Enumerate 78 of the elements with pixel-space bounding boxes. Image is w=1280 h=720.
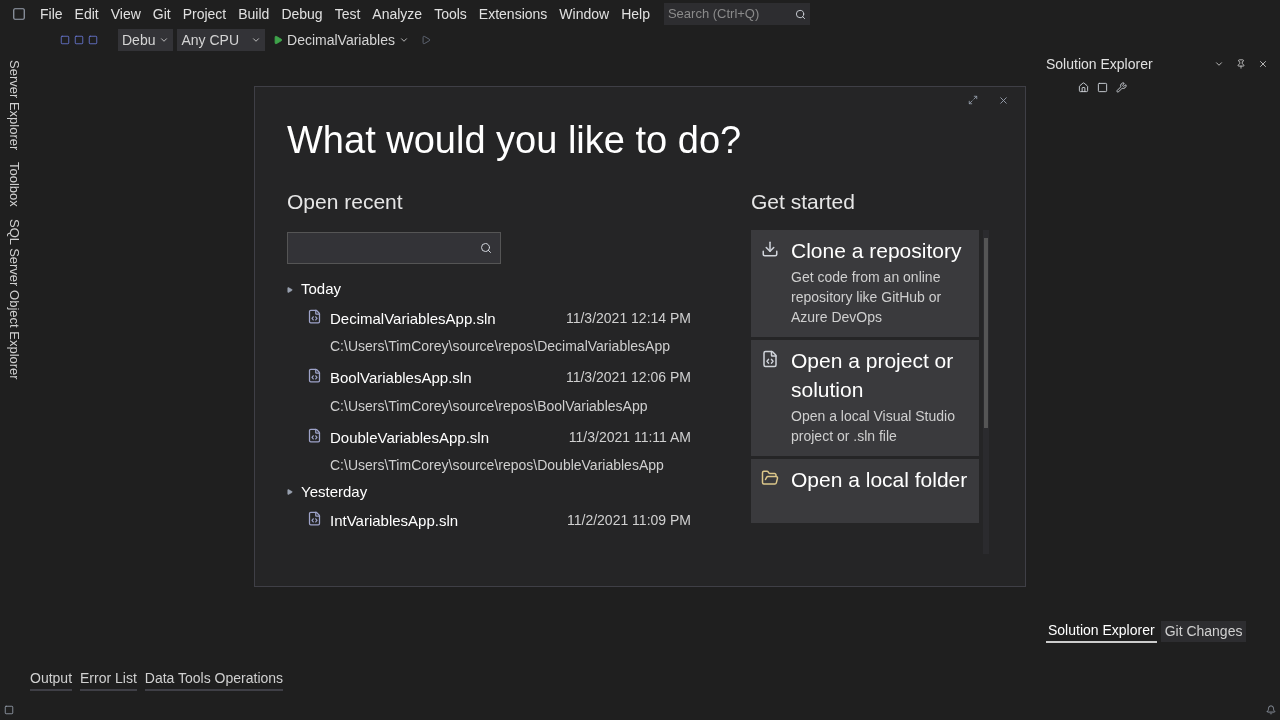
file-date: 11/3/2021 11:11 AM: [568, 427, 691, 447]
solution-icon: [307, 308, 322, 324]
search-field[interactable]: [287, 231, 501, 264]
search-icon: [794, 8, 806, 20]
square-icon[interactable]: [1097, 81, 1108, 93]
menu-item[interactable]: Tools: [428, 0, 473, 29]
caret-icon[interactable]: [1214, 59, 1224, 69]
close-icon[interactable]: [998, 95, 1009, 106]
panel-tab[interactable]: Git Changes: [1160, 620, 1247, 642]
menu-item[interactable]: Edit: [68, 0, 105, 29]
bottom-tab[interactable]: Data Tools Operations: [144, 667, 284, 691]
toolbar-icons-drawing: [60, 35, 98, 45]
menu-item[interactable]: Analyze: [366, 0, 429, 29]
menu-item[interactable]: Test: [328, 0, 367, 29]
recent-item[interactable]: DoubleVariablesApp.sln 11/3/2021 11:11 AM C:\Users\TimCorey\source\repos\DoubleVariablesApp: [287, 420, 751, 480]
file-path: C:\Users\TimCorey\source\repos\BoolVariablesApp: [330, 396, 649, 416]
recent-item[interactable]: BoolVariablesApp.sln 11/3/2021 12:06 PM C:\Users\TimCorey\source\repos\BoolVariablesApp: [287, 361, 751, 421]
file-name: DecimalVariablesApp.sln: [330, 308, 496, 329]
side-tab[interactable]: SQL Server Object Explorer: [4, 219, 24, 380]
close-icon[interactable]: [1258, 59, 1268, 69]
file-icon: [761, 349, 779, 368]
group-header[interactable]: Today: [287, 277, 751, 302]
solution-icon: [307, 427, 322, 443]
group-header[interactable]: Yesterday: [287, 480, 751, 504]
home-icon[interactable]: [1078, 81, 1089, 93]
recent-item[interactable]: IntVariablesApp.sln 11/2/2021 11:09 PM: [287, 504, 751, 537]
app-logo-icon: [12, 7, 26, 21]
caret-icon: [159, 35, 170, 45]
bottom-tab[interactable]: Output: [30, 667, 73, 691]
expand-triangle-icon: [287, 489, 293, 495]
search-field[interactable]: Search (Ctrl+Q): [663, 3, 810, 25]
file-date: 11/2/2021 11:09 PM: [566, 511, 691, 530]
solution-icon: [307, 368, 322, 383]
action-card[interactable]: Open a project or solution Open a local Visual Studio project or .sln file: [751, 339, 979, 456]
action-card[interactable]: Clone a repository Get code from an online repository like GitHub or Azure DevOps: [751, 229, 979, 337]
file-path: C:\Users\TimCorey\source\repos\DecimalVariablesApp: [330, 337, 671, 356]
platform-dropdown[interactable]: Any CPU: [177, 29, 266, 51]
scrollbar[interactable]: [983, 229, 989, 554]
file-path: C:\Users\TimCorey\source\repos\DoubleVariablesApp: [330, 456, 665, 475]
menu-item[interactable]: Help: [615, 0, 656, 29]
panel-title: Solution Explorer: [1046, 54, 1153, 74]
menu-item[interactable]: View: [104, 0, 147, 29]
side-tab[interactable]: Server Explorer: [4, 60, 24, 151]
section-heading: Get started: [751, 189, 856, 215]
panel-tab[interactable]: Solution Explorer: [1046, 619, 1157, 643]
file-name: BoolVariablesApp.sln: [330, 368, 472, 388]
start-button[interactable]: DecimalVariables: [269, 29, 413, 51]
pin-icon[interactable]: [1236, 59, 1246, 69]
recent-item[interactable]: DecimalVariablesApp.sln 11/3/2021 12:14 PM C:\Users\TimCorey\source\repos\DecimalVariablesApp: [287, 301, 751, 361]
menu-item[interactable]: Git: [146, 0, 177, 29]
menu-item[interactable]: Project: [176, 0, 233, 29]
menu-item[interactable]: Extensions: [472, 0, 554, 29]
play-icon: [273, 35, 284, 45]
search-icon: [480, 241, 492, 254]
bottom-tab[interactable]: Error List: [80, 667, 137, 691]
menu-item[interactable]: Build: [232, 0, 276, 29]
file-name: DoubleVariablesApp.sln: [330, 427, 489, 448]
status-icon: [4, 705, 14, 715]
action-card[interactable]: Open a local folder: [751, 458, 979, 523]
caret-icon: [251, 35, 262, 45]
menu-item[interactable]: Window: [553, 0, 616, 29]
solution-icon: [307, 511, 322, 526]
caret-icon: [398, 35, 409, 45]
side-tab[interactable]: Toolbox: [4, 162, 24, 208]
wrench-icon[interactable]: [1116, 81, 1127, 93]
expand-triangle-icon: [287, 286, 293, 293]
file-date: 11/3/2021 12:06 PM: [565, 368, 691, 387]
maximize-icon[interactable]: [968, 95, 978, 105]
download-icon: [761, 239, 779, 258]
menu-item[interactable]: Debug: [275, 0, 329, 29]
file-name: IntVariablesApp.sln: [330, 511, 459, 531]
file-date: 11/3/2021 12:14 PM: [565, 308, 691, 328]
configuration-dropdown[interactable]: Debu: [118, 29, 174, 51]
notification-icon[interactable]: [1266, 705, 1276, 715]
section-heading: Open recent: [287, 189, 404, 215]
dialog-title: What would you like to do?: [287, 118, 743, 163]
menu-item[interactable]: File: [34, 0, 69, 29]
folder-icon: [761, 468, 779, 487]
